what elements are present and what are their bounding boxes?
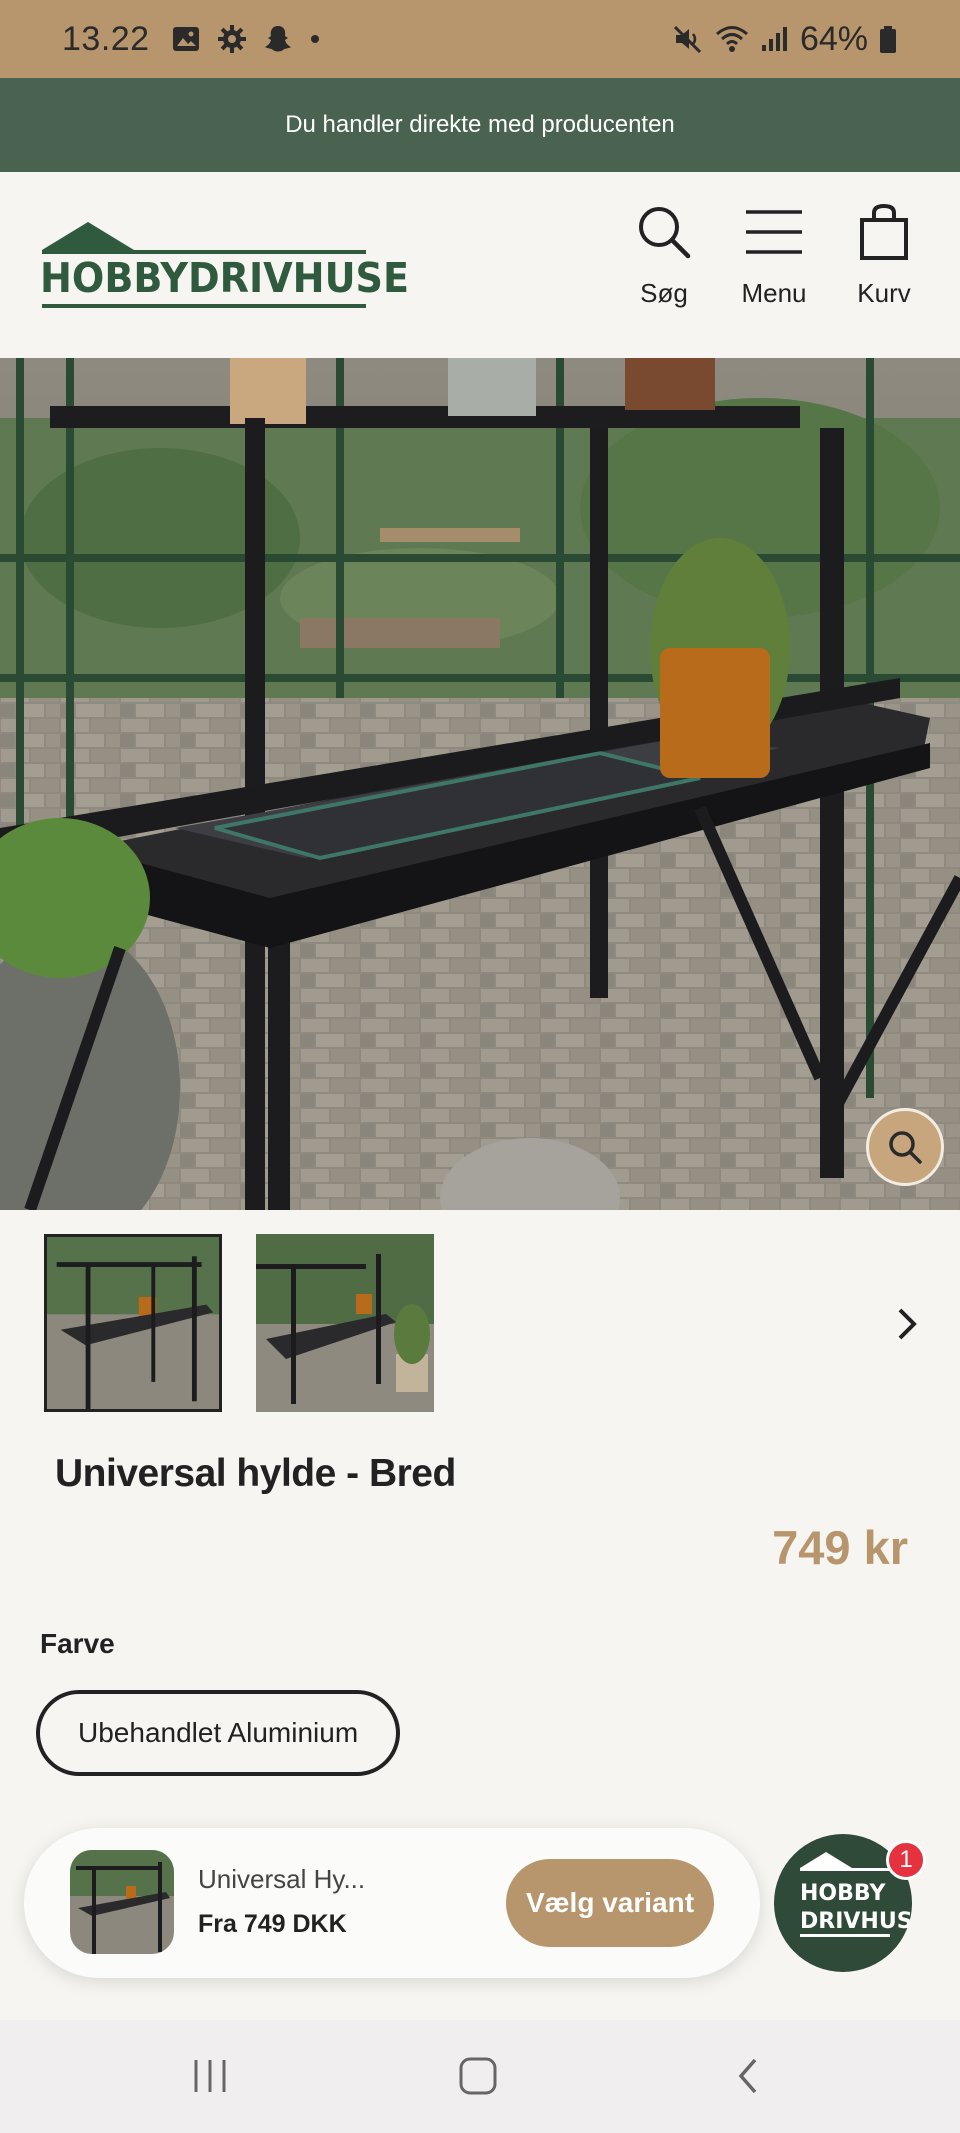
chat-logo-line1: HOBBY bbox=[800, 1881, 886, 1906]
option-label: Farve bbox=[40, 1628, 115, 1659]
recent-apps-icon bbox=[194, 2060, 226, 2092]
choose-variant-button[interactable]: Vælg variant bbox=[506, 1859, 714, 1947]
dot-icon bbox=[310, 35, 319, 43]
logo-text: HOBBYDRIVHUSE bbox=[40, 254, 410, 302]
logo-bottom-rule bbox=[42, 304, 366, 308]
status-system-icons: 64% bbox=[672, 20, 898, 59]
cart-label: Kurv bbox=[857, 278, 911, 308]
menu-button[interactable]: Menu bbox=[738, 202, 810, 309]
signal-icon bbox=[761, 27, 787, 51]
search-button[interactable]: Søg bbox=[628, 202, 700, 309]
sticky-product-bar: Universal Hy... Fra 749 DKK Vælg variant bbox=[24, 1828, 760, 1978]
status-notification-icons bbox=[170, 23, 322, 55]
magnifier-icon bbox=[889, 1131, 922, 1164]
home-button[interactable] bbox=[438, 2044, 518, 2108]
home-icon bbox=[459, 2057, 497, 2095]
image-icon bbox=[172, 27, 199, 51]
product-price: 749 kr bbox=[772, 1521, 908, 1574]
header-nav: Søg Menu Kurv bbox=[628, 202, 920, 309]
thumbnail-strip bbox=[0, 1210, 960, 1412]
thumbnail-2-image bbox=[256, 1234, 434, 1412]
logo-roof-shape bbox=[42, 222, 134, 250]
site-header: HOBBYDRIVHUSE Søg Menu Kurv bbox=[0, 172, 960, 358]
battery-icon bbox=[880, 26, 896, 53]
thumbnail-2[interactable] bbox=[256, 1234, 434, 1412]
system-nav-bar bbox=[0, 2020, 960, 2133]
announcement-bar: Du handler direkte med producenten bbox=[0, 78, 960, 172]
sticky-product-price: Fra 749 DKK bbox=[198, 1910, 347, 1938]
product-title: Universal hylde - Bred bbox=[55, 1452, 456, 1495]
chevron-right-icon bbox=[898, 1308, 917, 1340]
battery-percent: 64% bbox=[799, 19, 868, 58]
thumbnail-next-button[interactable] bbox=[882, 1294, 932, 1354]
mute-icon bbox=[673, 25, 701, 54]
product-photo bbox=[0, 358, 960, 1210]
back-button[interactable] bbox=[708, 2044, 788, 2108]
search-icon bbox=[639, 207, 691, 259]
recent-apps-button[interactable] bbox=[170, 2044, 250, 2108]
back-icon bbox=[738, 2058, 757, 2094]
chat-logo-line2: DRIVHUSE bbox=[800, 1909, 912, 1934]
bag-icon bbox=[860, 203, 908, 260]
sticky-product-image bbox=[70, 1850, 174, 1954]
status-time: 13.22 bbox=[62, 19, 150, 58]
status-bar: 13.22 64% bbox=[0, 0, 960, 78]
hamburger-icon bbox=[746, 210, 802, 254]
thumbnail-1[interactable] bbox=[44, 1234, 222, 1412]
search-label: Søg bbox=[640, 278, 688, 308]
gear-icon bbox=[217, 25, 246, 53]
sticky-product-name: Universal Hy... bbox=[198, 1864, 366, 1894]
notification-badge: 1 bbox=[886, 1840, 926, 1880]
menu-label: Menu bbox=[741, 278, 807, 308]
option-value-pill[interactable]: Ubehandlet Aluminium bbox=[36, 1690, 401, 1776]
product-main-image[interactable] bbox=[0, 358, 960, 1210]
site-logo[interactable]: HOBBYDRIVHUSE bbox=[40, 222, 409, 312]
zoom-button[interactable] bbox=[866, 1108, 944, 1186]
option-value-text: Ubehandlet Aluminium bbox=[78, 1717, 359, 1748]
snapchat-icon bbox=[264, 26, 291, 52]
cart-button[interactable]: Kurv bbox=[848, 202, 920, 309]
thumbnail-1-image bbox=[47, 1237, 219, 1409]
announcement-text: Du handler direkte med producenten bbox=[285, 111, 675, 138]
wifi-icon bbox=[715, 26, 748, 52]
